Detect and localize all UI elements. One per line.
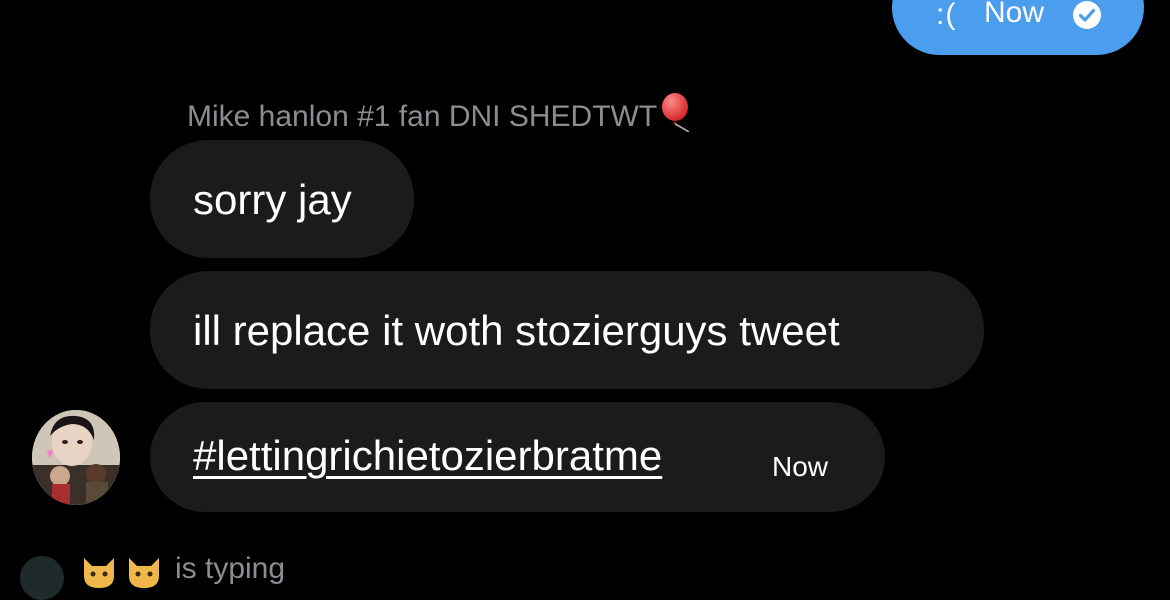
cat-face-icon (84, 558, 114, 588)
sent-message-text: :( (936, 0, 957, 31)
sent-message-time: Now (984, 0, 1045, 29)
sent-message-bubble[interactable]: :( Now (892, 0, 1144, 55)
sender-name-text: Mike hanlon #1 fan DNI SHEDTWT (187, 100, 658, 133)
message-text: sorry jay (193, 176, 352, 223)
hashtag-link[interactable]: #lettingrichietozierbratme (193, 432, 662, 480)
cat-face-icon (129, 558, 159, 588)
sender-name: Mike hanlon #1 fan DNI SHEDTWT (187, 92, 695, 134)
typing-avatar (20, 556, 64, 600)
avatar-image (32, 410, 120, 505)
message-bubble[interactable]: #lettingrichietozierbratme Now (150, 402, 885, 512)
message-time: Now (772, 451, 829, 482)
read-check-icon (1073, 1, 1101, 29)
message-bubble[interactable]: ill replace it woth stozierguys tweet (150, 271, 984, 389)
message-bubble[interactable]: sorry jay (150, 140, 414, 258)
typing-text: is typing (175, 552, 286, 585)
balloon-icon (662, 93, 690, 132)
sender-avatar[interactable] (32, 410, 120, 505)
message-text: ill replace it woth stozierguys tweet (193, 307, 840, 354)
